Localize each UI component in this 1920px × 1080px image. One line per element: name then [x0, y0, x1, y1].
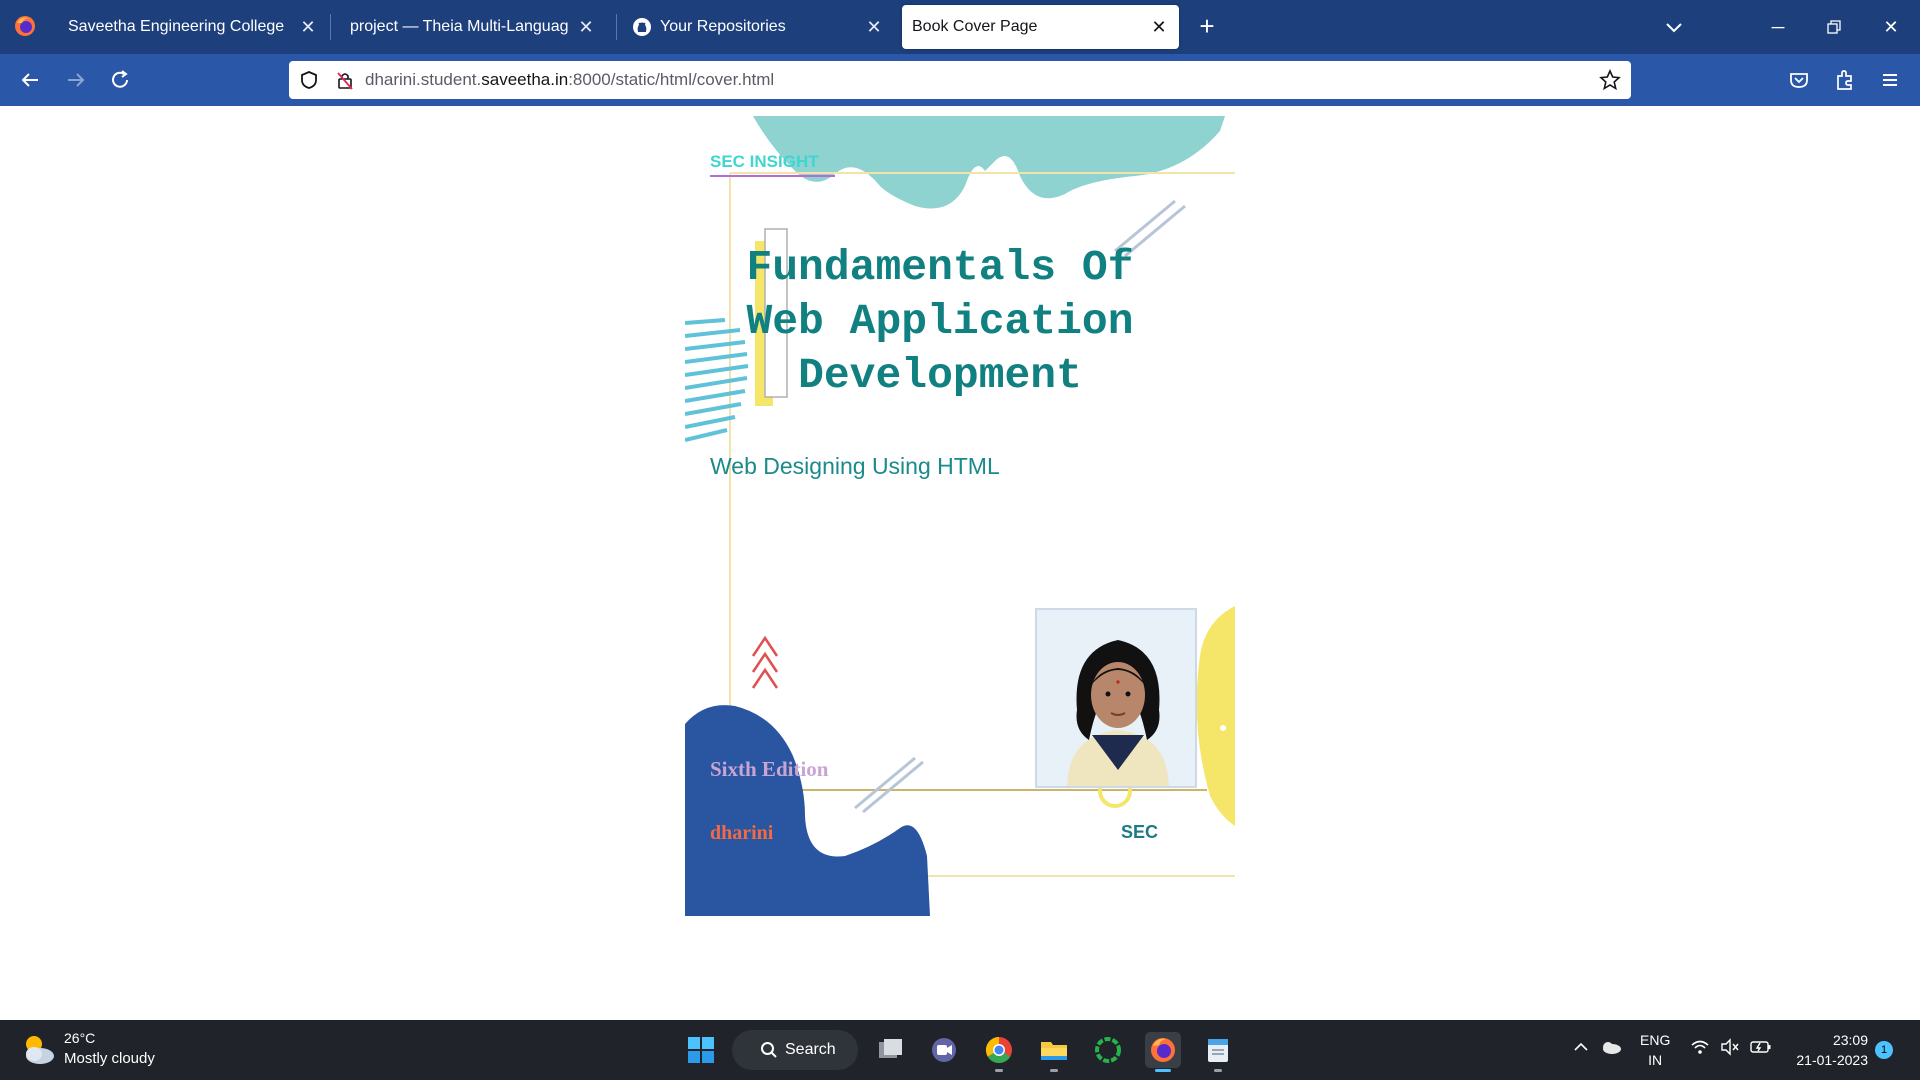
insecure-lock-icon[interactable] [335, 70, 355, 90]
chevron-up-icon[interactable] [1572, 1038, 1590, 1056]
brand-underline [710, 175, 835, 177]
close-tab-icon[interactable]: ✕ [298, 17, 318, 37]
tab-label: Your Repositories [660, 18, 786, 35]
taskbar: 26°C Mostly cloudy Search ENG IN 23:09 2… [0, 1020, 1920, 1080]
running-indicator [995, 1069, 1003, 1072]
running-indicator [1214, 1069, 1222, 1072]
page-viewport: SEC INSIGHT Fundamentals Of Web Applicat… [0, 106, 1920, 1020]
folder-icon [1041, 1042, 1067, 1060]
url-host: saveetha.in [481, 70, 569, 89]
clock-time: 23:09 [1832, 1032, 1868, 1048]
running-indicator [1050, 1069, 1058, 1072]
close-window-button[interactable]: ✕ [1876, 12, 1906, 42]
title-line: Fundamentals Of [746, 243, 1134, 292]
forward-icon[interactable] [62, 66, 90, 94]
tab-divider [330, 14, 331, 40]
teams-chat-icon [932, 1038, 956, 1062]
reload-icon[interactable] [106, 66, 134, 94]
navigation-toolbar: dharini.student.saveetha.in:8000/static/… [0, 54, 1920, 106]
url-host-prefix: dharini.student. [365, 70, 482, 89]
tracking-protection-icon[interactable] [299, 70, 319, 90]
tab-saveetha[interactable]: Saveetha Engineering College ✕ [56, 5, 328, 49]
title-line: Development [798, 351, 1082, 400]
taskbar-app-loading[interactable] [1090, 1032, 1126, 1068]
tab-strip: Saveetha Engineering College ✕ project —… [0, 0, 1920, 54]
publisher-label: SEC [1121, 822, 1159, 842]
tab-label: Saveetha Engineering College [68, 18, 285, 35]
close-tab-icon[interactable]: ✕ [864, 17, 884, 37]
running-indicator [1155, 1069, 1171, 1072]
bookmark-star-icon[interactable] [1599, 69, 1621, 91]
tab-theia[interactable]: project — Theia Multi-Language Ex ✕ [336, 5, 606, 49]
minimize-button[interactable]: ─ [1763, 12, 1793, 42]
tab-label: Book Cover Page [912, 18, 1038, 35]
battery-charging-icon[interactable] [1750, 1038, 1772, 1056]
region-code: IN [1648, 1052, 1663, 1068]
firefox-icon [1151, 1038, 1175, 1062]
task-view-icon [879, 1039, 902, 1058]
firefox-icon[interactable] [13, 14, 37, 38]
green-ring-app-icon [1095, 1037, 1121, 1063]
taskbar-app-teams[interactable] [926, 1032, 962, 1068]
windows-icon [688, 1037, 714, 1063]
cover-decoration [685, 116, 1235, 916]
tab-divider [616, 14, 617, 40]
restore-button[interactable] [1819, 12, 1849, 42]
speaker-muted-icon[interactable] [1720, 1038, 1740, 1056]
weather-cloudy-icon[interactable] [20, 1032, 56, 1066]
chrome-icon [985, 1036, 1012, 1064]
author-photo [1035, 608, 1197, 788]
author-name: dharini [710, 822, 774, 844]
github-icon [633, 18, 651, 36]
search-icon [761, 1042, 777, 1058]
list-all-tabs-icon[interactable] [1662, 15, 1686, 39]
taskbar-app-chrome[interactable] [981, 1032, 1017, 1072]
taskbar-app-task-view[interactable] [872, 1032, 908, 1068]
notification-badge[interactable]: 1 [1875, 1041, 1893, 1059]
taskbar-app-notepad[interactable] [1200, 1032, 1236, 1072]
weather-temperature[interactable]: 26°C [64, 1030, 95, 1046]
close-tab-icon[interactable]: ✕ [576, 17, 596, 37]
pocket-icon[interactable] [1785, 66, 1813, 94]
taskbar-app-firefox[interactable] [1145, 1032, 1181, 1072]
url-path: :8000/static/html/cover.html [568, 70, 775, 89]
edition-label: Sixth Edition [710, 757, 829, 781]
tab-book-cover[interactable]: Book Cover Page ✕ [902, 5, 1179, 49]
clock-date: 21-01-2023 [1796, 1052, 1868, 1068]
portrait-image [1037, 610, 1195, 786]
search-label: Search [785, 1041, 836, 1058]
url-text[interactable]: dharini.student.saveetha.in:8000/static/… [365, 70, 774, 90]
extensions-icon[interactable] [1831, 66, 1859, 94]
tab-label: project — Theia Multi-Language Ex [350, 18, 568, 35]
menu-icon[interactable] [1876, 66, 1904, 94]
start-button[interactable] [683, 1032, 719, 1068]
weather-description[interactable]: Mostly cloudy [64, 1050, 155, 1067]
tab-repositories[interactable]: Your Repositories ✕ [622, 5, 894, 49]
new-tab-button[interactable]: + [1193, 13, 1221, 41]
book-subtitle: Web Designing Using HTML [710, 453, 1000, 479]
notepad-icon [1208, 1039, 1228, 1062]
back-icon[interactable] [16, 66, 44, 94]
restore-icon [1827, 20, 1841, 34]
wifi-icon[interactable] [1690, 1038, 1710, 1056]
taskbar-app-file-explorer[interactable] [1036, 1032, 1072, 1072]
title-line: Web Application [746, 297, 1134, 346]
language-indicator[interactable]: ENG IN [1640, 1030, 1670, 1070]
onedrive-cloud-icon[interactable] [1600, 1038, 1622, 1056]
language-code: ENG [1640, 1032, 1671, 1048]
close-tab-icon[interactable]: ✕ [1149, 17, 1169, 37]
book-cover: SEC INSIGHT Fundamentals Of Web Applicat… [685, 116, 1235, 916]
clock[interactable]: 23:09 21-01-2023 [1790, 1030, 1868, 1070]
brand-label: SEC INSIGHT [710, 152, 819, 171]
taskbar-search[interactable]: Search [732, 1030, 858, 1070]
book-title: Fundamentals Of Web Application Developm… [720, 241, 1160, 403]
address-bar[interactable]: dharini.student.saveetha.in:8000/static/… [289, 61, 1631, 99]
